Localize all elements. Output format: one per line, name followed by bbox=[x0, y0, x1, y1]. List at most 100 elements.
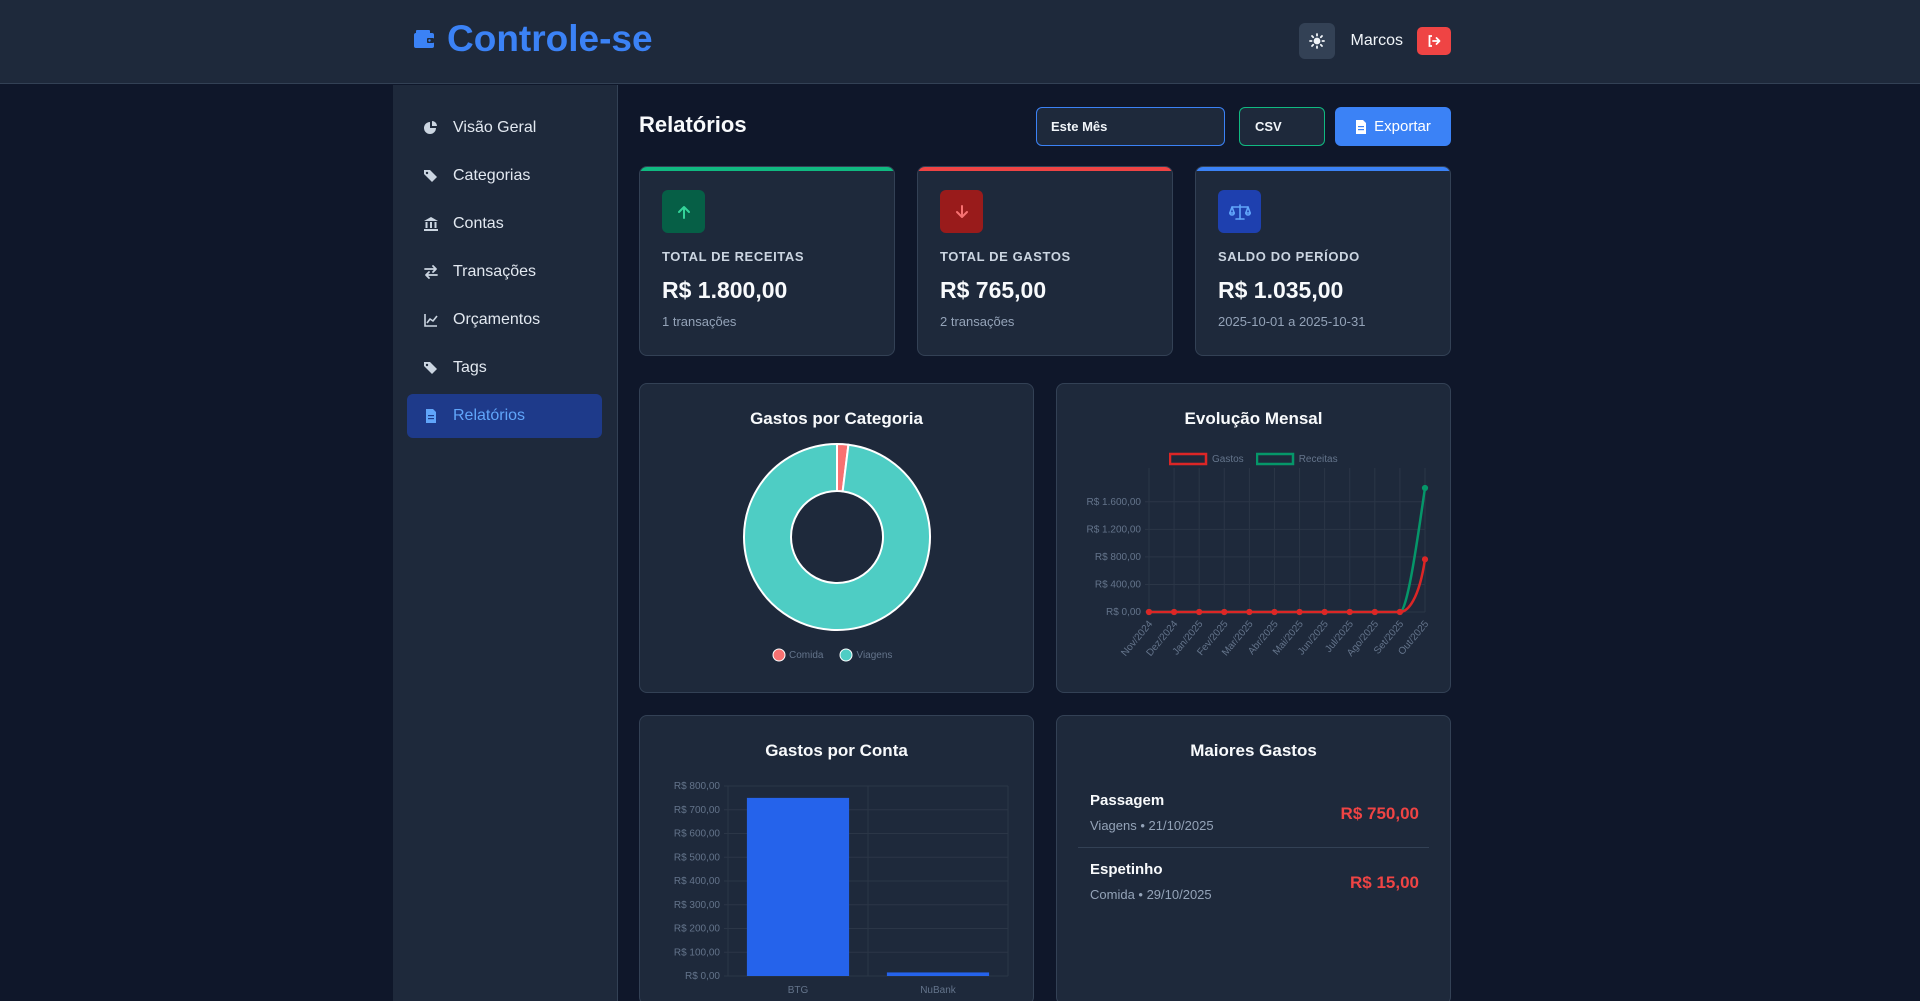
y-tick-label: R$ 800,00 bbox=[674, 781, 721, 792]
expense-name: Espetinho bbox=[1090, 861, 1163, 878]
data-point-receitas bbox=[1421, 484, 1429, 492]
balance-icon-box bbox=[1218, 190, 1261, 233]
category-donut-chart bbox=[743, 442, 931, 631]
legend-label: Comida bbox=[789, 649, 824, 661]
data-point-gastos bbox=[1196, 608, 1203, 616]
data-point-gastos bbox=[1396, 608, 1404, 616]
file-icon bbox=[426, 409, 436, 423]
expense-amount: R$ 750,00 bbox=[1340, 804, 1419, 823]
period-select[interactable]: Este Mês bbox=[1036, 107, 1225, 146]
sidebar-item-label: Categorias bbox=[453, 167, 531, 184]
income-value: R$ 1.800,00 bbox=[662, 277, 788, 303]
export-label: Exportar bbox=[1374, 118, 1431, 135]
income-label: TOTAL DE RECEITAS bbox=[662, 249, 805, 264]
y-tick-label: R$ 100,00 bbox=[674, 947, 721, 958]
legend-item-viagens[interactable]: Viagens bbox=[839, 648, 892, 662]
x-tick-label: BTG bbox=[788, 985, 809, 996]
income-card-accent bbox=[640, 167, 894, 171]
sidebar-item-categorias[interactable]: Categorias bbox=[407, 154, 602, 198]
logout-button[interactable] bbox=[1417, 27, 1451, 55]
pie-chart-icon bbox=[424, 121, 437, 134]
legend-item-comida[interactable]: Comida bbox=[772, 648, 823, 662]
expense-value: R$ 765,00 bbox=[940, 277, 1047, 303]
expense-amount: R$ 15,00 bbox=[1350, 873, 1419, 892]
file-icon bbox=[1356, 119, 1367, 134]
expense-label: TOTAL DE GASTOS bbox=[940, 249, 1071, 264]
income-icon-box bbox=[662, 190, 705, 233]
sidebar: Visão Geral Categorias Contas Transações… bbox=[393, 85, 618, 1001]
sidebar-item-label: Orçamentos bbox=[453, 311, 541, 328]
sidebar-item-label: Transações bbox=[453, 263, 536, 280]
expense-name: Passagem bbox=[1090, 792, 1165, 809]
data-point-gastos bbox=[1321, 608, 1328, 616]
sidebar-nav: Visão Geral Categorias Contas Transações… bbox=[407, 106, 602, 442]
data-point-gastos bbox=[1271, 608, 1278, 616]
sidebar-item-label: Visão Geral bbox=[453, 119, 537, 136]
legend-swatch bbox=[772, 648, 786, 662]
y-tick-label: R$ 0,00 bbox=[685, 971, 720, 982]
monthly-chart-panel: Evolução Mensal Gastos Receitas R$ 0,00 R… bbox=[1056, 383, 1451, 693]
series-line-receitas bbox=[1149, 487, 1427, 614]
sign-out-icon bbox=[1428, 35, 1441, 47]
format-select[interactable]: CSV bbox=[1239, 107, 1325, 146]
sidebar-item-transacoes[interactable]: Transações bbox=[407, 250, 602, 294]
balance-value: R$ 1.035,00 bbox=[1218, 277, 1344, 303]
y-tick-label: R$ 0,00 bbox=[1106, 607, 1141, 618]
app-logo[interactable]: Controle-se bbox=[413, 18, 653, 60]
sidebar-item-orcamentos[interactable]: Orçamentos bbox=[407, 298, 602, 342]
data-point-gastos bbox=[1221, 608, 1228, 616]
theme-toggle-button[interactable] bbox=[1298, 23, 1335, 59]
data-point-gastos bbox=[1346, 608, 1353, 616]
sidebar-item-contas[interactable]: Contas bbox=[407, 202, 602, 246]
app-header: Controle-se Marcos bbox=[0, 0, 1920, 84]
monthly-line-chart: R$ 0,00 R$ 400,00 R$ 800,00 R$ 1.200,00 R$ 1… bbox=[1087, 468, 1432, 659]
top-expenses-title: Maiores Gastos bbox=[1190, 741, 1317, 760]
data-point-gastos bbox=[1170, 608, 1178, 616]
sidebar-item-label: Contas bbox=[453, 215, 504, 232]
sun-icon bbox=[1308, 33, 1325, 49]
data-point-gastos bbox=[1421, 556, 1429, 563]
sidebar-item-visao-geral[interactable]: Visão Geral bbox=[407, 106, 602, 150]
sidebar-item-relatorios[interactable]: Relatórios bbox=[407, 394, 602, 438]
sidebar-item-tags[interactable]: Tags bbox=[407, 346, 602, 390]
arrow-up-icon bbox=[677, 205, 690, 219]
category-chart-legend: Comida Viagens bbox=[772, 648, 892, 662]
exchange-icon bbox=[424, 265, 438, 279]
expense-item[interactable]: Passagem Viagens • 21/10/2025 R$ 750,00 bbox=[1078, 778, 1429, 848]
top-expenses-panel: Maiores Gastos Passagem Viagens • 21/10/… bbox=[1056, 715, 1451, 1001]
balance-scale-icon bbox=[1228, 203, 1251, 220]
bar-btg bbox=[746, 797, 850, 976]
arrow-down-icon bbox=[955, 204, 968, 218]
y-tick-label: R$ 200,00 bbox=[674, 924, 721, 935]
bar-nubank bbox=[886, 972, 990, 976]
line-chart-icon bbox=[424, 314, 438, 327]
balance-card: SALDO DO PERÍODO R$ 1.035,00 2025-10-01 … bbox=[1195, 166, 1451, 356]
sidebar-item-label: Relatórios bbox=[453, 407, 526, 424]
wallet-icon bbox=[414, 30, 434, 48]
y-tick-label: R$ 400,00 bbox=[674, 876, 721, 887]
account-chart-panel: Gastos por Conta R$ 0,00 R$ 100,00 R$ 200,… bbox=[639, 715, 1034, 1001]
data-point-gastos bbox=[1371, 608, 1378, 616]
income-sub: 1 transações bbox=[662, 314, 737, 329]
expense-meta: Viagens • 21/10/2025 bbox=[1090, 818, 1214, 833]
y-tick-label: R$ 700,00 bbox=[674, 805, 721, 816]
data-point-gastos bbox=[1246, 608, 1253, 616]
export-button[interactable]: Exportar bbox=[1335, 107, 1451, 146]
app-title: Controle-se bbox=[447, 18, 653, 59]
page-title: Relatórios bbox=[639, 112, 747, 137]
account-bar-chart: R$ 0,00 R$ 100,00 R$ 200,00 R$ 300,00 R$ 400… bbox=[674, 781, 1009, 996]
y-tick-label: R$ 500,00 bbox=[674, 852, 721, 863]
data-point-gastos bbox=[1145, 608, 1153, 616]
legend-swatch bbox=[839, 648, 853, 662]
user-name: Marcos bbox=[1350, 32, 1403, 49]
y-tick-label: R$ 800,00 bbox=[1095, 552, 1142, 563]
pie-slice-viagens bbox=[743, 442, 931, 631]
income-card: TOTAL DE RECEITAS R$ 1.800,00 1 transaçõ… bbox=[639, 166, 895, 356]
series-line-gastos bbox=[1149, 559, 1427, 614]
y-tick-label: R$ 300,00 bbox=[674, 900, 721, 911]
expense-item[interactable]: Espetinho Comida • 29/10/2025 R$ 15,00 bbox=[1078, 847, 1429, 917]
y-tick-label: R$ 1.200,00 bbox=[1087, 524, 1142, 535]
y-tick-label: R$ 400,00 bbox=[1095, 579, 1142, 590]
y-tick-label: R$ 600,00 bbox=[674, 829, 721, 840]
expense-sub: 2 transações bbox=[940, 314, 1015, 329]
